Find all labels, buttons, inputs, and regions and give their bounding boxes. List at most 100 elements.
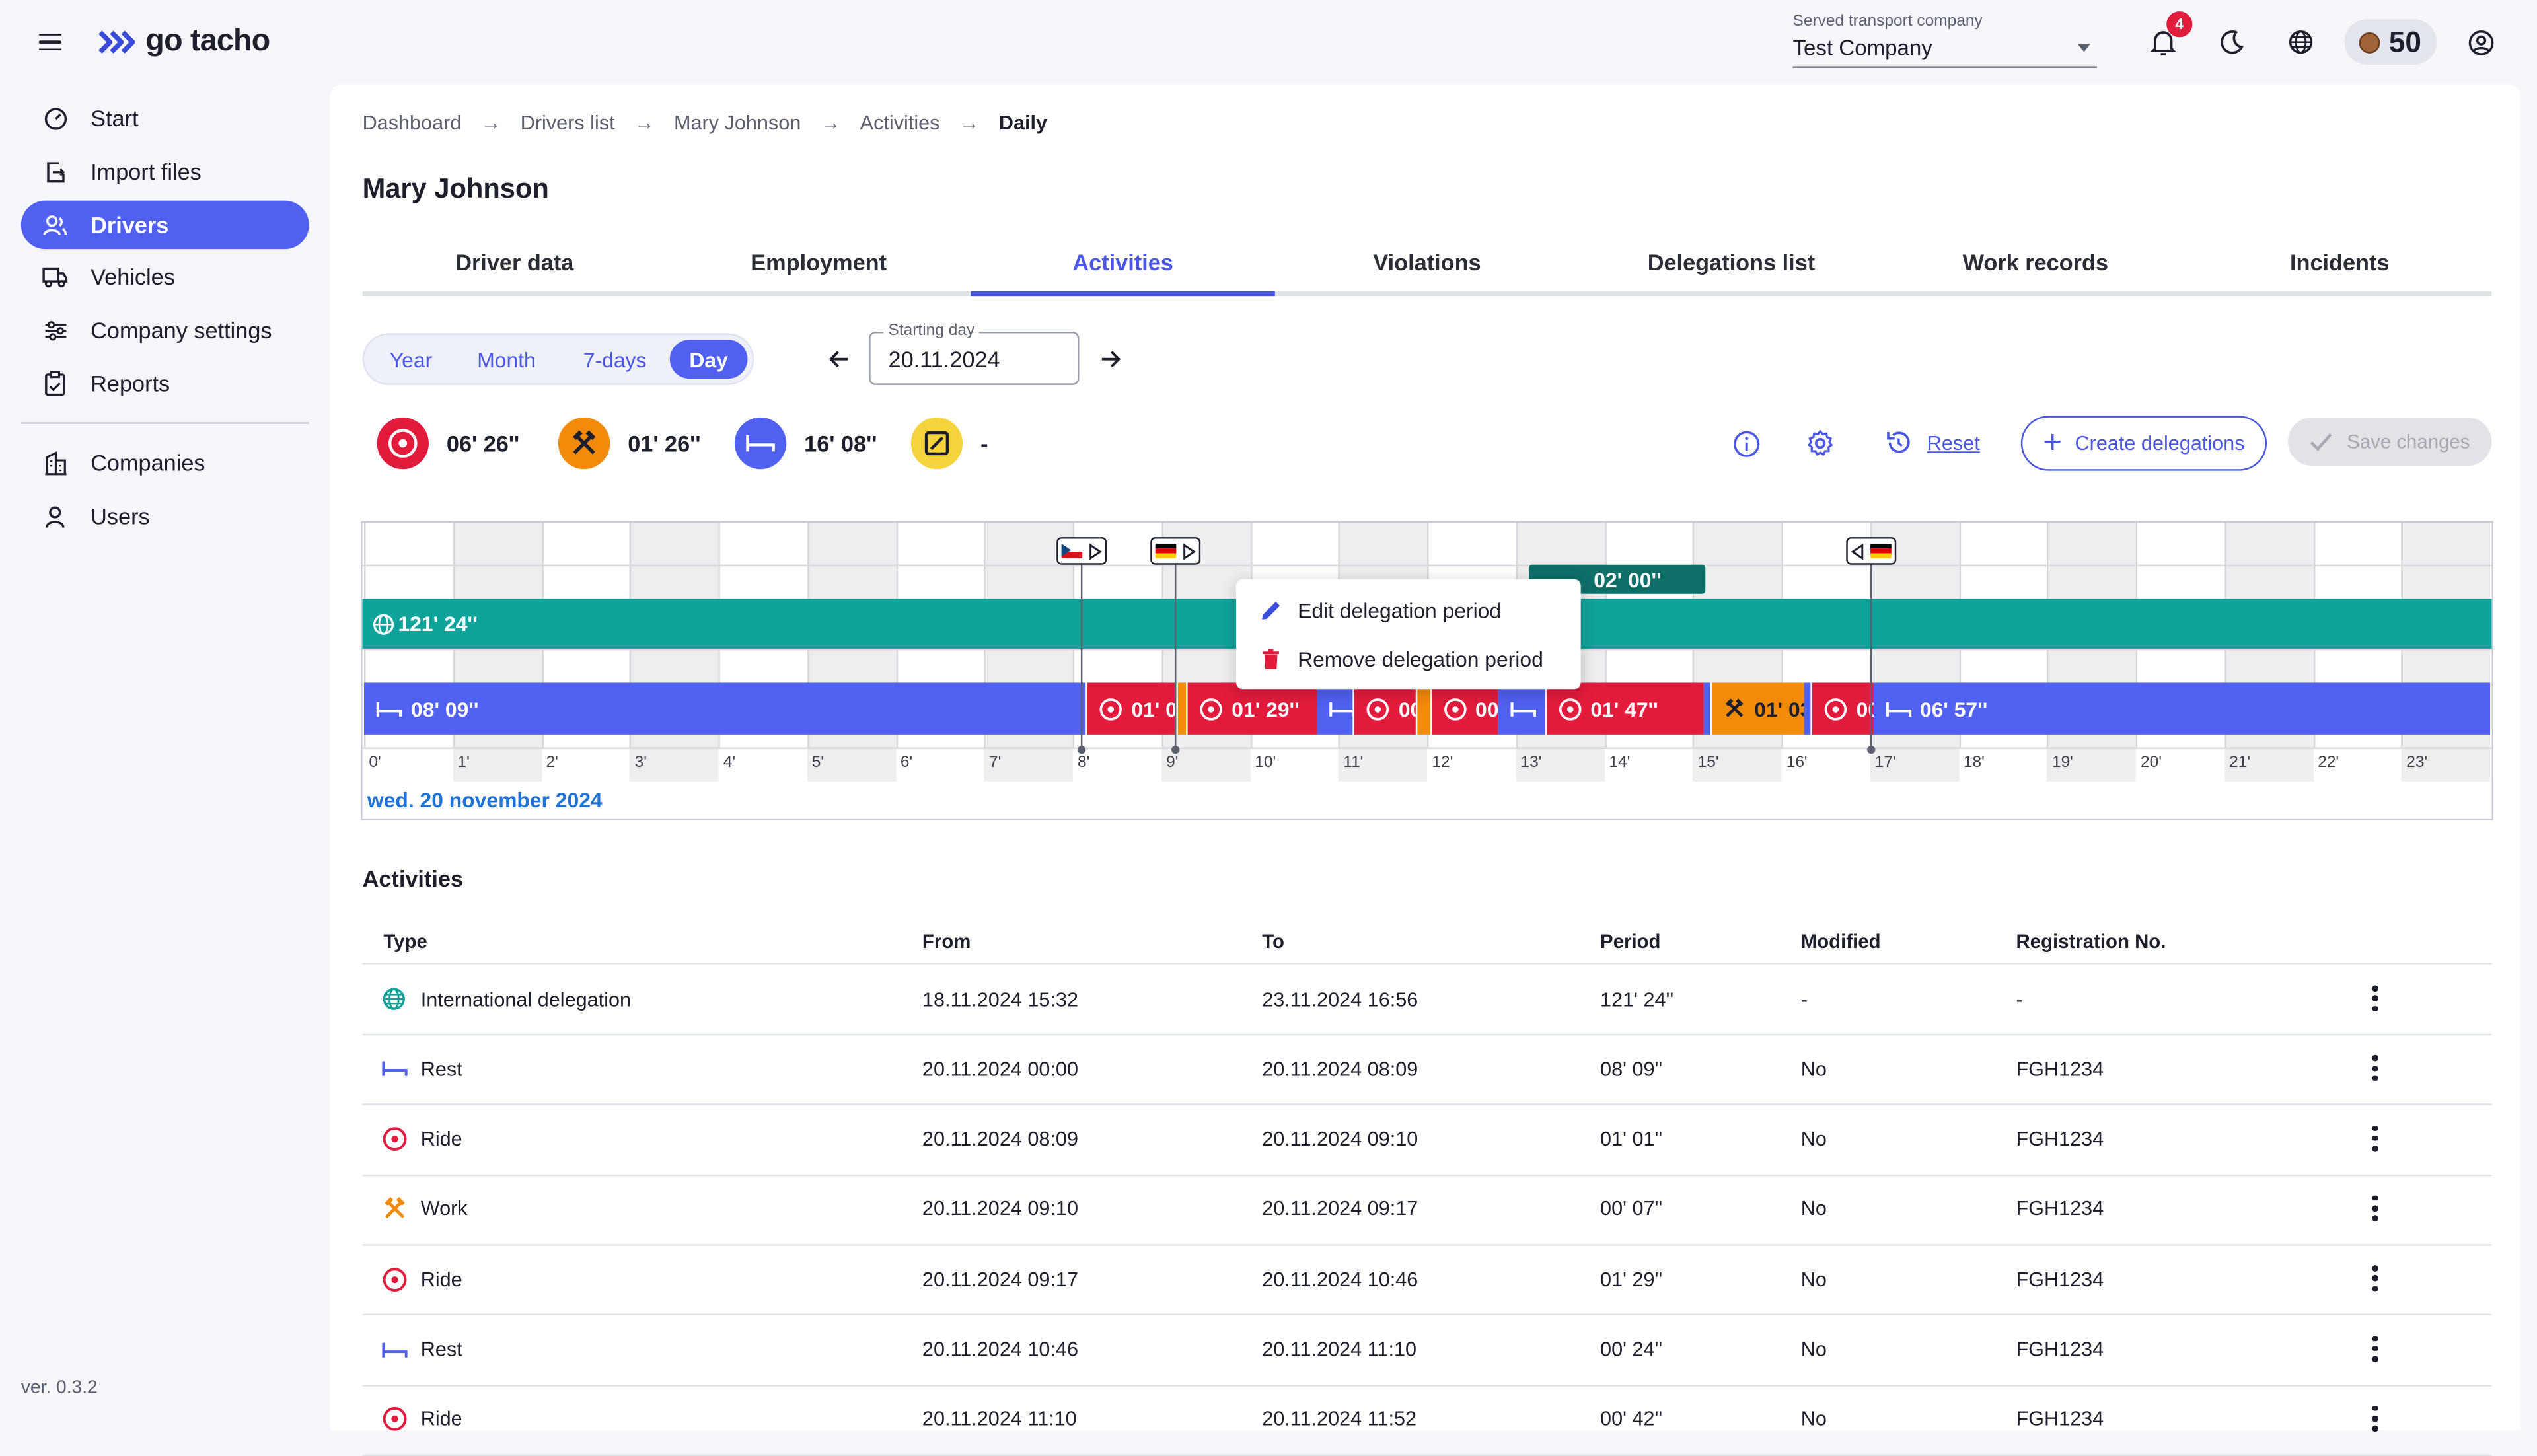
ride-icon bbox=[382, 1385, 408, 1454]
hour-label: 23' bbox=[2406, 754, 2428, 772]
border-crossing-marker[interactable] bbox=[1150, 537, 1201, 565]
rest-bar[interactable]: 08' 09'' bbox=[364, 682, 1086, 735]
hour-column bbox=[2047, 523, 2136, 782]
sidebar-item-vehicles[interactable]: Vehicles bbox=[21, 252, 309, 301]
sidebar-item-drivers[interactable]: Drivers bbox=[20, 200, 309, 250]
tab-work-records[interactable]: Work records bbox=[1884, 242, 2188, 291]
more-options-icon[interactable] bbox=[2372, 985, 2378, 1011]
bar-duration: 00' 46'' bbox=[1475, 696, 1498, 721]
row-to: 20.11.2024 11:10 bbox=[1262, 1338, 1417, 1361]
bed-icon bbox=[1509, 700, 1537, 717]
work-bar[interactable] bbox=[1176, 682, 1187, 735]
period-7days-button[interactable]: 7-days bbox=[560, 340, 670, 379]
column-modified[interactable]: Modified bbox=[1801, 919, 1881, 963]
save-changes-label: Save changes bbox=[2347, 430, 2470, 453]
border-crossing-marker[interactable] bbox=[1845, 537, 1896, 565]
sidebar-item-companies[interactable]: Companies bbox=[21, 439, 309, 487]
ride-bar[interactable]: 00' 42'' bbox=[1811, 682, 1873, 735]
more-options-icon[interactable] bbox=[2372, 1335, 2378, 1362]
row-modified: No bbox=[1800, 1198, 1827, 1221]
ride-bar[interactable]: 01' 47'' bbox=[1545, 682, 1703, 735]
create-delegations-button[interactable]: + Create delegations bbox=[2020, 416, 2267, 471]
moon-icon[interactable] bbox=[2213, 24, 2249, 60]
gear-icon[interactable] bbox=[1804, 427, 1837, 460]
column-registration[interactable]: Registration No. bbox=[2016, 919, 2166, 963]
period-day-button[interactable]: Day bbox=[669, 340, 748, 379]
table-row[interactable]: Ride 20.11.2024 08:09 20.11.2024 09:10 01' … bbox=[362, 1105, 2492, 1176]
company-select-value[interactable]: Test Company bbox=[1792, 36, 2097, 68]
hour-label: 22' bbox=[2318, 754, 2339, 772]
coins-balance[interactable]: 50 bbox=[2344, 19, 2437, 65]
ride-bar[interactable]: 00' 46'' bbox=[1430, 682, 1498, 735]
tab-activities[interactable]: Activities bbox=[971, 242, 1275, 297]
row-type: Rest bbox=[420, 1338, 462, 1361]
work-bar[interactable]: 01' 03'' bbox=[1710, 682, 1804, 735]
ride-bar[interactable]: 00' 42'' bbox=[1353, 682, 1416, 735]
steering-wheel-icon bbox=[1443, 696, 1467, 721]
rest-bar[interactable] bbox=[1803, 682, 1812, 735]
ride-bar[interactable]: 01' 29'' bbox=[1186, 682, 1318, 735]
column-period[interactable]: Period bbox=[1600, 919, 1660, 963]
border-crossing-dot bbox=[1171, 745, 1180, 754]
row-to: 20.11.2024 08:09 bbox=[1262, 1058, 1418, 1081]
company-select[interactable]: Served transport company Test Company bbox=[1792, 13, 2097, 68]
column-from[interactable]: From bbox=[922, 919, 971, 963]
more-options-icon[interactable] bbox=[2372, 1265, 2378, 1292]
breadcrumb-dashboard[interactable]: Dashboard bbox=[363, 112, 462, 134]
arrow-right-icon: → bbox=[820, 111, 841, 135]
sidebar-item-reports[interactable]: Reports bbox=[21, 359, 309, 408]
globe-icon[interactable] bbox=[2283, 24, 2319, 60]
tab-employment[interactable]: Employment bbox=[667, 242, 971, 291]
rest-bar[interactable] bbox=[1703, 682, 1711, 735]
table-row[interactable]: Ride 20.11.2024 09:17 20.11.2024 10:46 01' … bbox=[362, 1245, 2492, 1316]
sidebar-item-import-files[interactable]: Import files bbox=[21, 147, 309, 196]
border-crossing-line bbox=[1082, 564, 1084, 752]
period-month-button[interactable]: Month bbox=[453, 340, 560, 379]
rest-bar[interactable] bbox=[1498, 682, 1545, 735]
context-menu: Edit delegation period Remove delegation… bbox=[1236, 579, 1581, 690]
row-to: 20.11.2024 09:10 bbox=[1262, 1128, 1418, 1151]
tab-driver-data[interactable]: Driver data bbox=[363, 242, 667, 291]
breadcrumb-drivers-list[interactable]: Drivers list bbox=[521, 112, 615, 134]
edit-delegation-menu-item[interactable]: Edit delegation period bbox=[1259, 594, 1501, 626]
brand-logo[interactable]: go tacho bbox=[97, 24, 270, 60]
ride-bar[interactable]: 01' 01'' bbox=[1085, 682, 1177, 735]
table-row[interactable]: International delegation 18.11.2024 15:32… bbox=[362, 965, 2492, 1036]
more-options-icon[interactable] bbox=[2372, 1195, 2378, 1221]
remove-delegation-menu-item[interactable]: Remove delegation period bbox=[1259, 642, 1543, 674]
row-to: 20.11.2024 11:52 bbox=[1262, 1408, 1417, 1431]
play-left-icon bbox=[1851, 542, 1863, 560]
account-icon[interactable] bbox=[2462, 24, 2498, 60]
more-options-icon[interactable] bbox=[2372, 1055, 2378, 1081]
starting-day-value[interactable]: 20.11.2024 bbox=[889, 346, 1000, 372]
menu-icon[interactable] bbox=[38, 33, 62, 52]
hour-column bbox=[2313, 523, 2402, 782]
more-options-icon[interactable] bbox=[2372, 1125, 2378, 1151]
arrow-left-icon[interactable] bbox=[822, 343, 854, 375]
work-bar[interactable] bbox=[1415, 682, 1430, 735]
breadcrumb-driver[interactable]: Mary Johnson bbox=[674, 112, 801, 134]
breadcrumb-activities[interactable]: Activities bbox=[860, 112, 940, 134]
sidebar-item-start[interactable]: Start bbox=[21, 94, 309, 142]
rest-bar[interactable] bbox=[1317, 682, 1354, 735]
info-icon[interactable] bbox=[1730, 427, 1762, 460]
column-to[interactable]: To bbox=[1262, 919, 1284, 963]
tab-incidents[interactable]: Incidents bbox=[2188, 242, 2491, 291]
steering-wheel-icon bbox=[377, 417, 429, 470]
table-row[interactable]: Rest 20.11.2024 10:46 20.11.2024 11:10 00' … bbox=[362, 1315, 2492, 1386]
table-row[interactable]: Ride 20.11.2024 11:10 20.11.2024 11:52 00' … bbox=[362, 1385, 2492, 1456]
rest-bar[interactable]: 06' 57'' bbox=[1872, 682, 2490, 735]
arrow-right-icon[interactable] bbox=[1094, 343, 1126, 375]
table-row[interactable]: Work 20.11.2024 09:10 20.11.2024 09:17 00' … bbox=[362, 1175, 2492, 1246]
sidebar-item-company-settings[interactable]: Company settings bbox=[21, 306, 309, 354]
sidebar-item-users[interactable]: Users bbox=[21, 491, 309, 540]
starting-day-field[interactable]: Starting day 20.11.2024 bbox=[869, 322, 1080, 385]
column-type[interactable]: Type bbox=[383, 919, 427, 963]
tab-delegations-list[interactable]: Delegations list bbox=[1579, 242, 1883, 291]
tab-violations[interactable]: Violations bbox=[1275, 242, 1579, 291]
table-row[interactable]: Rest 20.11.2024 00:00 20.11.2024 08:09 08' … bbox=[362, 1035, 2492, 1106]
border-crossing-marker[interactable] bbox=[1057, 537, 1108, 565]
save-changes-button[interactable]: Save changes bbox=[2287, 417, 2492, 466]
reset-button[interactable]: Reset bbox=[1885, 429, 1980, 456]
period-year-button[interactable]: Year bbox=[369, 340, 453, 379]
